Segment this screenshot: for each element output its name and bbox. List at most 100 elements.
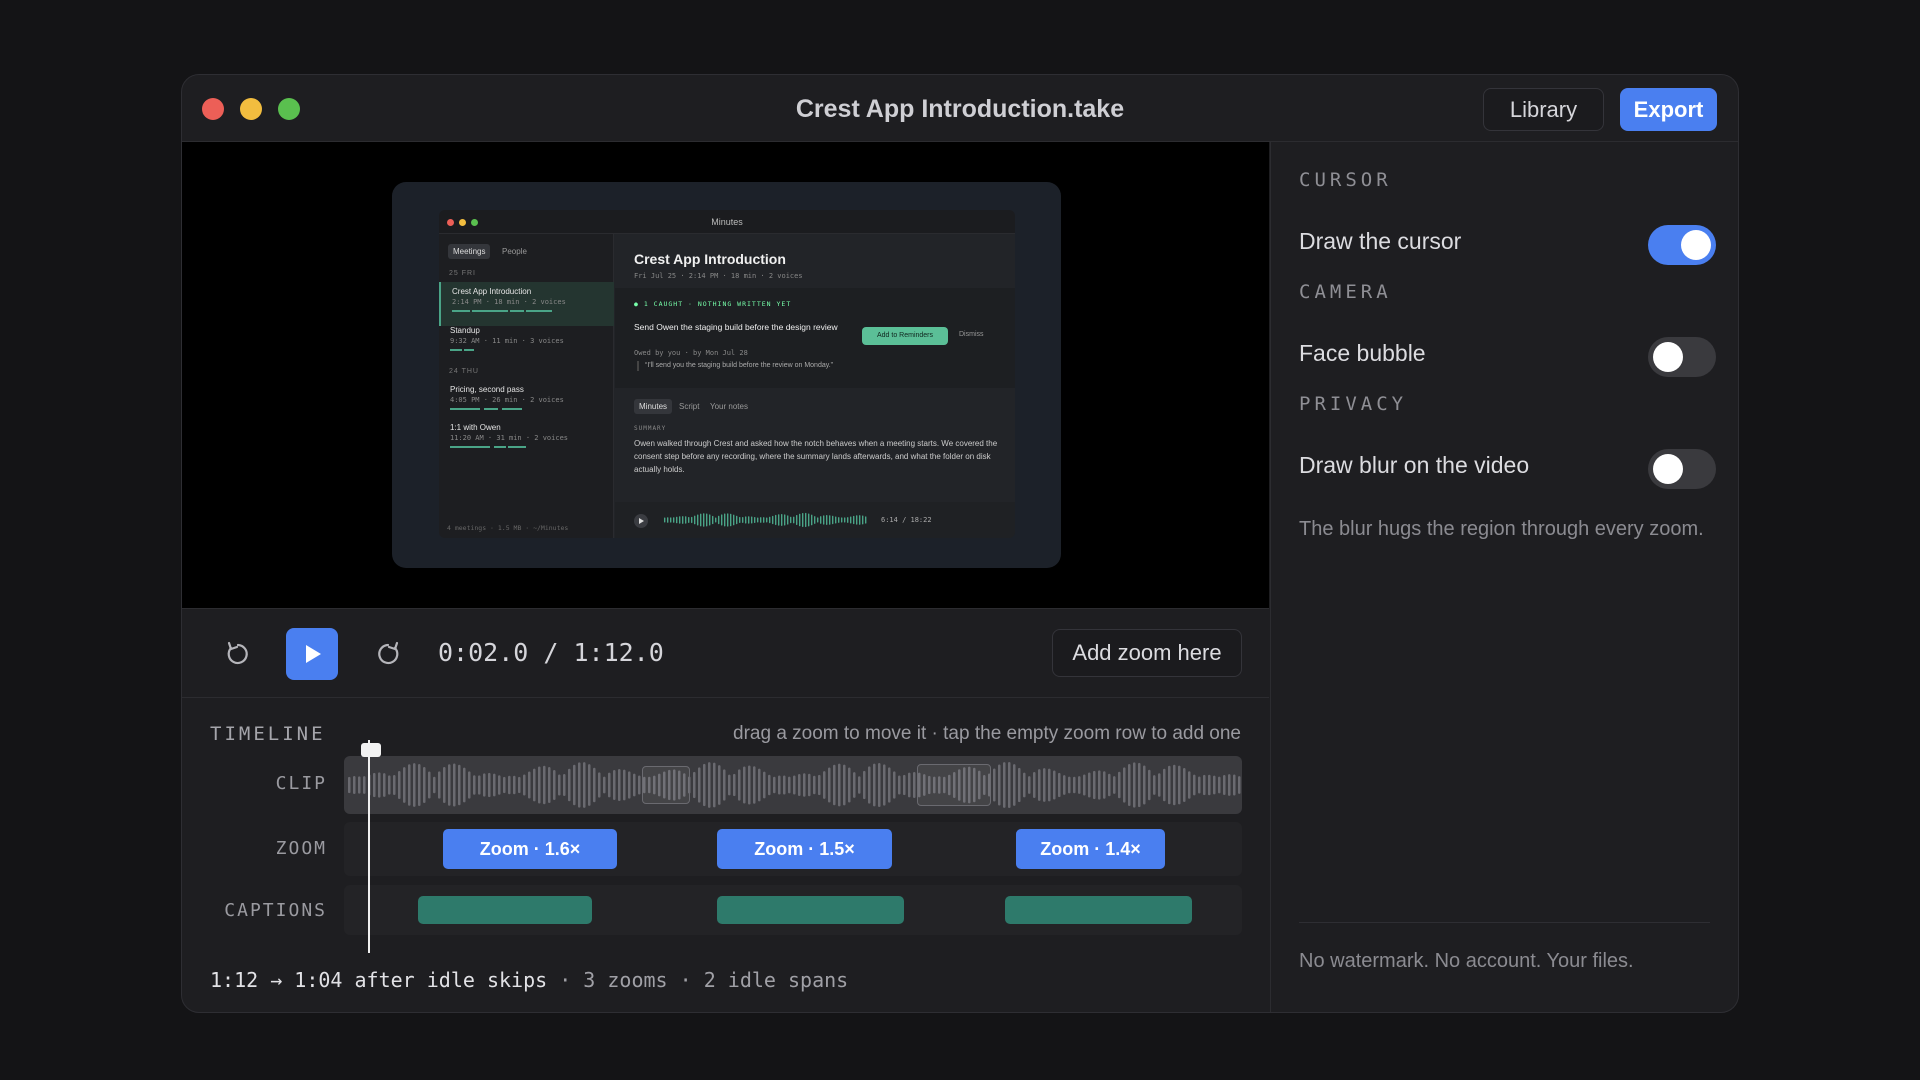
waveform-bar: [743, 766, 746, 804]
waveform-bar: [898, 775, 901, 795]
waveform-bar: [1113, 776, 1116, 794]
waveform-bar: [1193, 774, 1196, 796]
waveform-bar: [718, 765, 721, 805]
timecode: 0:02.0 / 1:12.0: [438, 638, 664, 667]
skip-forward-icon[interactable]: [368, 634, 408, 674]
waveform-bar: [1043, 768, 1046, 802]
waveform-bar: [781, 514, 783, 526]
zoom-track[interactable]: Zoom · 1.6× Zoom · 1.5× Zoom · 1.4×: [344, 822, 1242, 876]
waveform-bar: [1118, 771, 1121, 799]
recorded-tab-notes: Your notes: [710, 402, 748, 411]
waveform-bar: [848, 767, 851, 803]
recorded-caught-card: ● 1 CAUGHT · NOTHING WRITTEN YET Send Ow…: [615, 288, 1015, 388]
waveform-bar: [736, 515, 738, 525]
timeline-hint: drag a zoom to move it · tap the empty z…: [733, 723, 1241, 744]
idle-span[interactable]: [917, 764, 991, 806]
waveform-bar: [518, 776, 521, 794]
waveform-bar: [353, 776, 356, 794]
face-bubble-toggle[interactable]: [1648, 337, 1716, 377]
recorded-title-bar: Minutes: [439, 210, 1015, 234]
captions-track[interactable]: [344, 885, 1242, 935]
playhead[interactable]: [368, 740, 370, 953]
clip-track[interactable]: [344, 756, 1242, 814]
waveform-bar: [742, 517, 744, 523]
waveform-bar: [803, 773, 806, 797]
waveform-bar: [463, 767, 466, 803]
waveform-bar: [578, 762, 581, 808]
playhead-handle[interactable]: [361, 743, 381, 757]
caption-block[interactable]: [418, 896, 592, 924]
waveform-bar: [818, 774, 821, 796]
recorded-waveform: [664, 512, 867, 528]
privacy-heading: PRIVACY: [1299, 393, 1408, 415]
recorded-app-window: Minutes Meetings People 25 FRI Crest App…: [439, 210, 1015, 538]
waveform-bar: [758, 768, 761, 802]
waveform-bar: [739, 516, 741, 524]
waveform-bar: [1108, 773, 1111, 797]
recorded-meeting-bars: [450, 349, 574, 352]
recorded-tab-script: Script: [679, 402, 700, 411]
waveform-bar: [1008, 762, 1011, 808]
export-button[interactable]: Export: [1620, 88, 1717, 131]
waveform-bar: [788, 776, 791, 794]
caption-block[interactable]: [1005, 896, 1192, 924]
draw-blur-toggle[interactable]: [1648, 449, 1716, 489]
camera-heading: CAMERA: [1299, 281, 1392, 303]
add-zoom-button[interactable]: Add zoom here: [1052, 629, 1242, 677]
waveform-bar: [829, 515, 831, 525]
waveform-bar: [745, 516, 747, 524]
waveform-bar: [823, 515, 825, 525]
waveform-bar: [443, 766, 446, 804]
recorded-owed: Owed by you · by Mon Jul 28: [634, 349, 748, 357]
waveform-bar: [1178, 765, 1181, 805]
waveform-bar: [563, 773, 566, 797]
recorded-day-label: 25 FRI: [449, 270, 477, 277]
skip-back-icon[interactable]: [218, 634, 258, 674]
waveform-bar: [448, 764, 451, 806]
recorded-screen: Minutes Meetings People 25 FRI Crest App…: [392, 182, 1061, 568]
waveform-bar: [760, 517, 762, 523]
recorded-meeting-meta: 9:32 AM · 11 min · 3 voices: [450, 337, 564, 345]
waveform-bar: [673, 517, 675, 523]
waveform-bar: [814, 516, 816, 524]
waveform-bar: [826, 515, 828, 525]
waveform-bar: [1083, 774, 1086, 796]
waveform-bar: [1198, 776, 1201, 794]
zoom-chip[interactable]: Zoom · 1.5×: [717, 829, 892, 869]
draw-cursor-toggle[interactable]: [1648, 225, 1716, 265]
waveform-bar: [700, 513, 702, 527]
transport-controls: 0:02.0 / 1:12.0 Add zoom here: [182, 608, 1269, 698]
recorded-tab-meetings: Meetings: [448, 244, 491, 259]
waveform-bar: [1068, 776, 1071, 794]
play-button[interactable]: [286, 628, 338, 680]
draw-cursor-label: Draw the cursor: [1299, 228, 1462, 254]
library-button[interactable]: Library: [1483, 88, 1604, 131]
waveform-bar: [1168, 765, 1171, 805]
recorded-meeting-bars: [450, 446, 574, 449]
waveform-bar: [888, 767, 891, 803]
waveform-bar: [1163, 768, 1166, 802]
idle-span[interactable]: [642, 766, 690, 804]
waveform-bar: [903, 774, 906, 796]
waveform-bar: [703, 513, 705, 527]
waveform-bar: [483, 773, 486, 797]
draw-blur-label: Draw blur on the video: [1299, 452, 1530, 478]
waveform-bar: [863, 770, 866, 800]
waveform-bar: [823, 771, 826, 799]
waveform-bar: [398, 770, 401, 800]
waveform-bar: [1073, 776, 1076, 794]
video-preview[interactable]: Minutes Meetings People 25 FRI Crest App…: [182, 142, 1269, 608]
recorded-meeting-title: Pricing, second pass: [450, 385, 524, 394]
zoom-chip[interactable]: Zoom · 1.6×: [443, 829, 617, 869]
waveform-bar: [808, 513, 810, 527]
waveform-bar: [1143, 765, 1146, 805]
waveform-bar: [348, 776, 351, 794]
waveform-bar: [730, 513, 732, 527]
waveform-bar: [1053, 770, 1056, 800]
waveform-bar: [1093, 770, 1096, 800]
zoom-chip[interactable]: Zoom · 1.4×: [1016, 829, 1165, 869]
caption-block[interactable]: [717, 896, 904, 924]
waveform-bar: [753, 766, 756, 804]
waveform-bar: [493, 773, 496, 797]
waveform-bar: [1213, 775, 1216, 795]
